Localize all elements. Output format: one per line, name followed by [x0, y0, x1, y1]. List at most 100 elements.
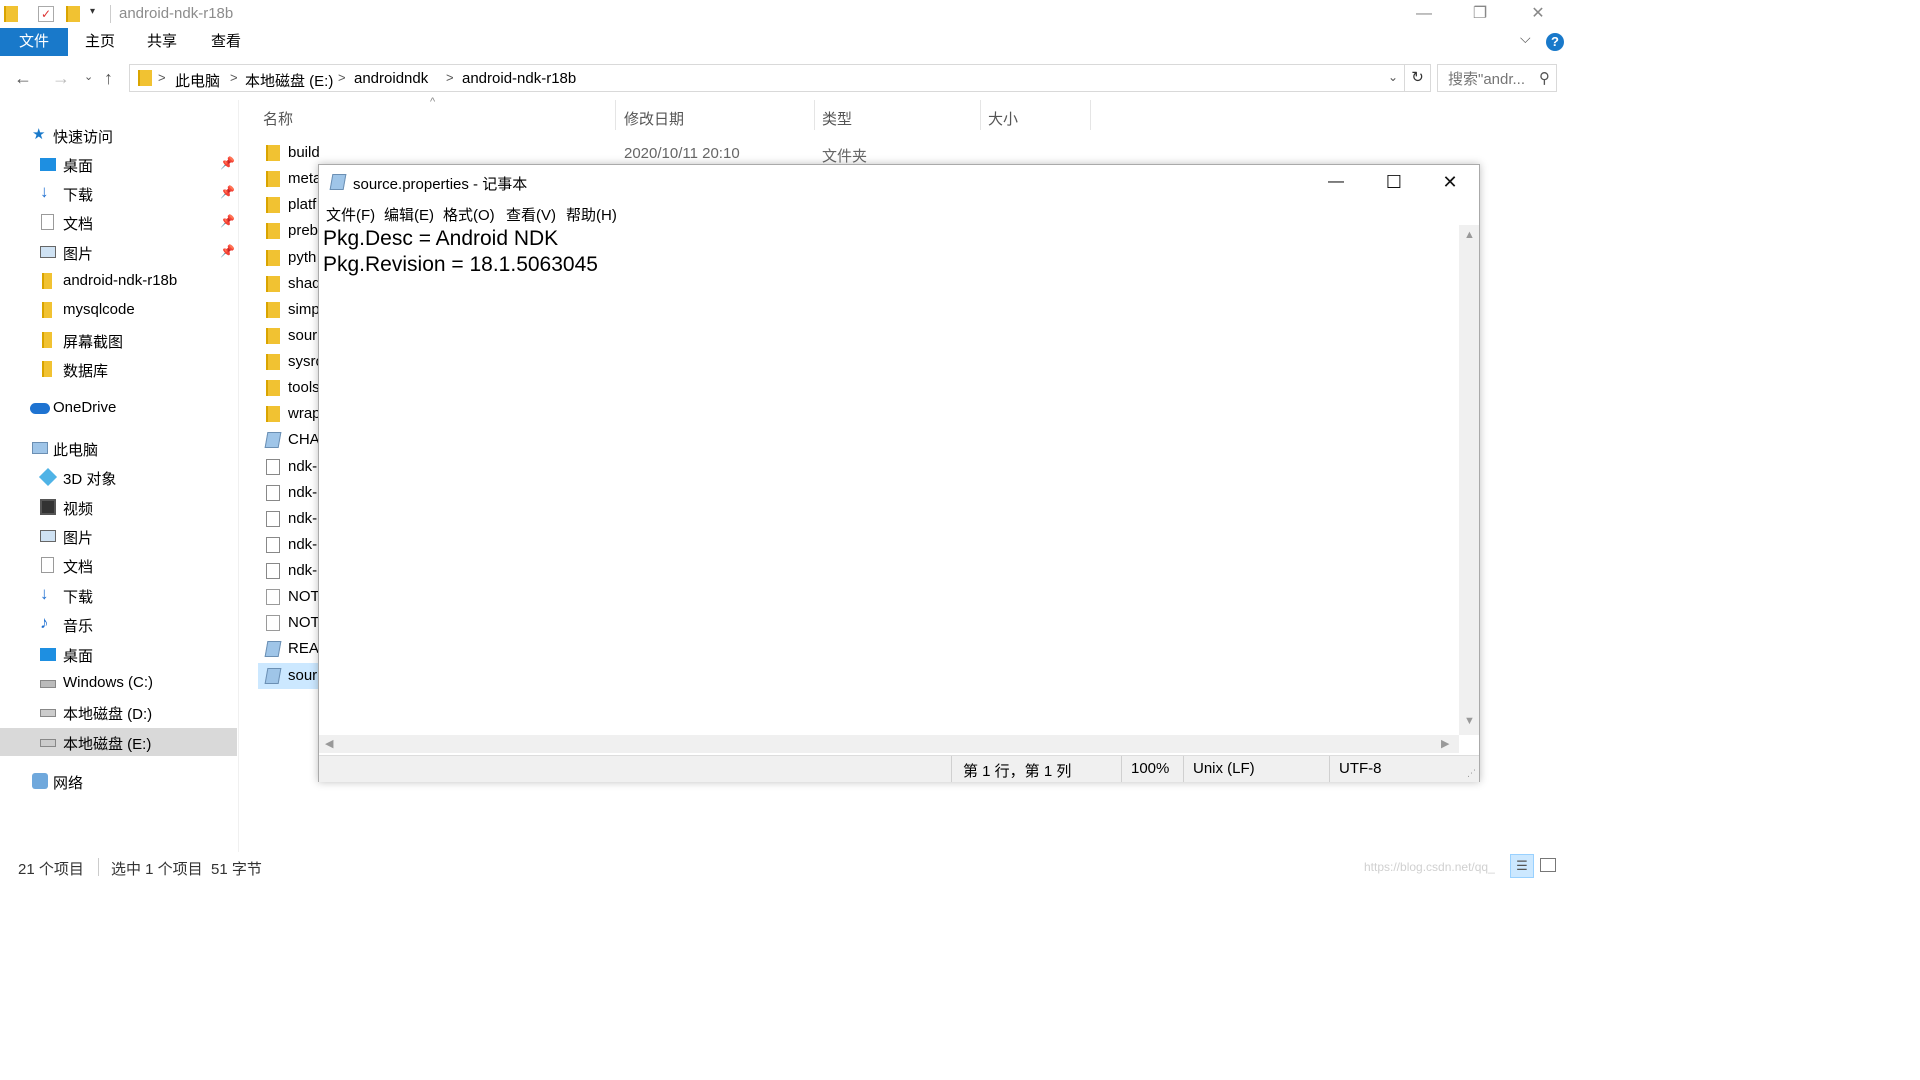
address-dropdown-icon[interactable]: ⌄: [1388, 70, 1398, 84]
nav-pc-drive-d[interactable]: 本地磁盘 (D:): [0, 698, 237, 726]
forward-arrow-icon[interactable]: →: [52, 68, 70, 89]
horizontal-scrollbar[interactable]: ◀ ▶: [319, 735, 1459, 753]
nav-onedrive[interactable]: OneDrive: [0, 394, 237, 422]
scroll-down-icon[interactable]: ▼: [1464, 715, 1475, 727]
tab-share[interactable]: 共享: [134, 28, 190, 56]
file-row[interactable]: NOT: [258, 584, 320, 610]
file-row[interactable]: meta: [258, 166, 320, 192]
search-input[interactable]: [1446, 66, 1540, 92]
tab-view[interactable]: 查看: [198, 28, 254, 56]
file-row[interactable]: ndk-: [258, 532, 320, 558]
search-box[interactable]: ⚲: [1437, 64, 1557, 92]
menu-help[interactable]: 帮助(H): [566, 204, 617, 225]
nav-network[interactable]: 网络: [0, 767, 237, 795]
large-icons-view-icon[interactable]: [1540, 858, 1556, 872]
notepad-title-bar[interactable]: source.properties - 记事本 — ☐ ✕: [319, 165, 1479, 199]
nav-quick-desktop[interactable]: 桌面 📌: [0, 150, 237, 178]
up-arrow-icon[interactable]: ↑: [104, 68, 113, 89]
file-row[interactable]: ndk-: [258, 558, 320, 584]
breadcrumb-current-folder[interactable]: android-ndk-r18b: [462, 70, 576, 87]
file-row[interactable]: CHA: [258, 427, 320, 453]
scroll-left-icon[interactable]: ◀: [325, 737, 333, 750]
expand-ribbon-icon[interactable]: ⌵: [1520, 30, 1531, 47]
nav-pc-3d-objects[interactable]: 3D 对象: [0, 463, 237, 491]
file-row[interactable]: build: [258, 140, 320, 166]
file-row[interactable]: wrap: [258, 401, 320, 427]
nav-quick-documents[interactable]: 文档 📌: [0, 208, 237, 236]
nav-quick-android-ndk[interactable]: android-ndk-r18b: [0, 267, 237, 295]
notepad-close-button[interactable]: ✕: [1421, 165, 1479, 199]
file-row[interactable]: sour: [258, 323, 320, 349]
file-row[interactable]: simp: [258, 297, 320, 323]
nav-pc-documents[interactable]: 文档: [0, 551, 237, 579]
nav-pc-videos[interactable]: 视频: [0, 493, 237, 521]
new-folder-icon[interactable]: [66, 6, 80, 22]
menu-format[interactable]: 格式(O): [443, 204, 495, 225]
breadcrumb-androidndk[interactable]: androidndk: [354, 70, 428, 87]
minimize-button[interactable]: —: [1396, 0, 1452, 28]
notepad-maximize-button[interactable]: ☐: [1365, 165, 1423, 199]
column-separator[interactable]: [980, 100, 981, 130]
file-row[interactable]: tools: [258, 375, 320, 401]
column-separator[interactable]: [814, 100, 815, 130]
file-row[interactable]: shad: [258, 271, 320, 297]
search-icon[interactable]: ⚲: [1539, 69, 1550, 87]
file-row[interactable]: REA: [258, 636, 320, 662]
tab-file[interactable]: 文件: [0, 28, 68, 56]
details-view-icon[interactable]: ☰: [1510, 854, 1534, 878]
scroll-right-icon[interactable]: ▶: [1441, 737, 1449, 750]
column-separator[interactable]: [615, 100, 616, 130]
nav-pc-music[interactable]: ♪ 音乐: [0, 610, 237, 638]
pin-icon[interactable]: 📌: [220, 185, 235, 199]
help-icon[interactable]: ?: [1546, 33, 1564, 51]
nav-this-pc[interactable]: 此电脑: [0, 434, 237, 462]
notepad-window[interactable]: source.properties - 记事本 — ☐ ✕ 文件(F) 编辑(E…: [318, 164, 1480, 782]
nav-pc-drive-e[interactable]: 本地磁盘 (E:): [0, 728, 237, 756]
notepad-minimize-button[interactable]: —: [1307, 165, 1365, 199]
file-row[interactable]: NOT: [258, 610, 320, 636]
nav-quick-pictures[interactable]: 图片 📌: [0, 238, 237, 266]
nav-quick-screenshots[interactable]: 屏幕截图: [0, 326, 237, 354]
pin-icon[interactable]: 📌: [220, 244, 235, 258]
menu-view[interactable]: 查看(V): [506, 204, 556, 225]
resize-grip-icon[interactable]: ⋰: [1467, 768, 1476, 779]
refresh-button[interactable]: ↻: [1405, 64, 1431, 92]
file-row[interactable]: pyth: [258, 245, 320, 271]
nav-quick-downloads[interactable]: ↓ 下载 📌: [0, 179, 237, 207]
breadcrumb-this-pc[interactable]: 此电脑: [175, 70, 220, 91]
nav-pc-downloads[interactable]: ↓ 下载: [0, 581, 237, 609]
menu-file[interactable]: 文件(F): [326, 204, 375, 225]
column-header-type[interactable]: 类型: [822, 108, 852, 129]
address-bar[interactable]: > 此电脑 > 本地磁盘 (E:) > androidndk > android…: [129, 64, 1405, 92]
restore-button[interactable]: ❐: [1452, 0, 1508, 28]
file-row[interactable]: ndk-: [258, 480, 320, 506]
file-row[interactable]: preb: [258, 218, 320, 244]
chevron-down-icon[interactable]: ▾: [90, 6, 104, 20]
nav-quick-database[interactable]: 数据库: [0, 355, 237, 383]
pin-icon[interactable]: 📌: [220, 156, 235, 170]
column-header-date[interactable]: 修改日期: [624, 108, 684, 129]
column-header-size[interactable]: 大小: [988, 108, 1018, 129]
back-arrow-icon[interactable]: ←: [14, 68, 32, 89]
nav-pc-drive-c[interactable]: Windows (C:): [0, 669, 237, 697]
nav-quick-access[interactable]: ★ 快速访问: [0, 121, 237, 149]
notepad-text-area[interactable]: Pkg.Desc = Android NDK Pkg.Revision = 18…: [320, 225, 1460, 735]
file-row[interactable]: platf: [258, 192, 320, 218]
nav-pc-pictures[interactable]: 图片: [0, 522, 237, 550]
tab-home[interactable]: 主页: [72, 28, 128, 56]
file-row[interactable]: ndk-: [258, 506, 320, 532]
vertical-scrollbar[interactable]: ▲ ▼: [1459, 225, 1479, 735]
close-button[interactable]: ✕: [1510, 0, 1566, 28]
breadcrumb-drive-e[interactable]: 本地磁盘 (E:): [245, 70, 333, 91]
pin-icon[interactable]: 📌: [220, 214, 235, 228]
column-header-name[interactable]: 名称: [263, 108, 293, 129]
recent-dropdown-icon[interactable]: ⌄: [84, 70, 93, 83]
scroll-up-icon[interactable]: ▲: [1464, 229, 1475, 241]
file-row[interactable]: ndk-: [258, 454, 320, 480]
nav-quick-mysqlcode[interactable]: mysqlcode: [0, 296, 237, 324]
properties-check-icon[interactable]: ✓: [38, 6, 54, 22]
file-row[interactable]: sysro: [258, 349, 320, 375]
column-separator[interactable]: [1090, 100, 1091, 130]
nav-pc-desktop[interactable]: 桌面: [0, 640, 237, 668]
file-row-selected[interactable]: sour: [258, 663, 320, 689]
